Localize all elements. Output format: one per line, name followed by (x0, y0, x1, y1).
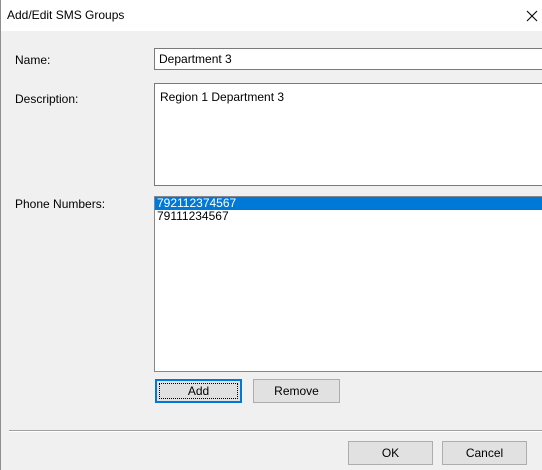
name-label: Name: (15, 53, 51, 67)
close-icon (526, 10, 538, 21)
title-bar: Add/Edit SMS Groups (1, 0, 542, 31)
phone-number-item[interactable]: 79111234567 (155, 210, 542, 223)
ok-button-label: OK (381, 446, 400, 460)
sms-groups-dialog: Add/Edit SMS Groups Name: Department 3 D… (0, 0, 542, 470)
phone-numbers-list[interactable]: 792112374567 79111234567 (154, 196, 542, 372)
divider (9, 430, 542, 432)
phone-numbers-label: Phone Numbers: (15, 197, 106, 211)
close-button[interactable] (521, 0, 542, 31)
focus-ring (159, 383, 238, 399)
description-field[interactable]: Region 1 Department 3 (154, 83, 542, 186)
cancel-button-label: Cancel (465, 446, 504, 460)
remove-button-label: Remove (274, 384, 319, 398)
description-label: Description: (15, 92, 79, 106)
dialog-title: Add/Edit SMS Groups (7, 8, 125, 22)
ok-button[interactable]: OK (348, 441, 433, 465)
cancel-button[interactable]: Cancel (442, 441, 527, 465)
add-button[interactable]: Add (155, 379, 242, 403)
remove-button[interactable]: Remove (253, 379, 340, 403)
name-field[interactable]: Department 3 (154, 48, 542, 70)
